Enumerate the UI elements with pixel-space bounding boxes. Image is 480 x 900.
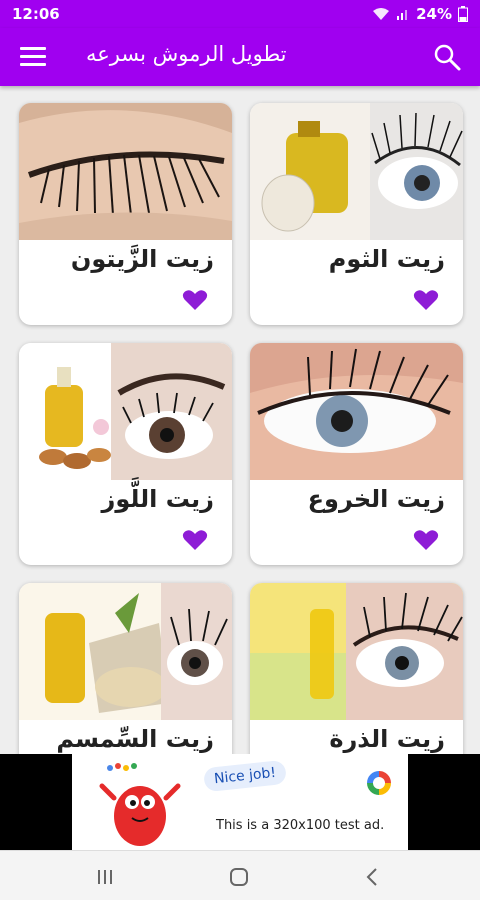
heart-icon[interactable]: [413, 529, 439, 551]
card-garlic-oil[interactable]: زيت الثوم: [250, 103, 463, 325]
system-nav-bar: [0, 850, 480, 900]
signal-icon: [397, 10, 408, 20]
battery-icon: [458, 6, 468, 22]
card-image: [19, 343, 232, 480]
back-icon[interactable]: [362, 866, 384, 888]
ad-text: This is a 320x100 test ad.: [216, 818, 385, 833]
ad-mascot-icon: [99, 763, 181, 846]
card-olive-oil[interactable]: زيت الزَّيتون: [19, 103, 232, 325]
search-icon[interactable]: [432, 42, 462, 72]
card-title: زيت الذرة: [329, 725, 445, 753]
card-title: زيت الزَّيتون: [70, 245, 214, 273]
status-time: 12:06: [12, 5, 60, 23]
card-title: زيت الثوم: [328, 245, 445, 273]
card-castor-oil[interactable]: زيت الخروع: [250, 343, 463, 565]
ad-logo-icon: [367, 771, 391, 795]
app-bar: تطويل الرموش بسرعه: [0, 28, 480, 86]
menu-icon[interactable]: [20, 47, 46, 67]
heart-icon[interactable]: [413, 289, 439, 311]
card-title: زيت السِّمسم: [56, 725, 214, 753]
wifi-icon: [373, 8, 390, 20]
status-bar: 12:06 24%: [0, 0, 480, 28]
battery-percent: 24%: [416, 5, 452, 23]
ad-bubble: Nice job!: [202, 759, 288, 793]
status-icons: 24%: [372, 5, 468, 23]
home-icon[interactable]: [228, 866, 250, 888]
heart-icon[interactable]: [182, 529, 208, 551]
card-sesame-oil[interactable]: زيت السِّمسم: [19, 583, 232, 754]
card-title: زيت اللَّوز: [101, 485, 215, 513]
card-image: [19, 583, 232, 720]
recent-apps-icon[interactable]: [94, 866, 116, 888]
app-title: تطويل الرموش بسرعه: [86, 42, 287, 66]
card-title: زيت الخروع: [307, 485, 445, 513]
card-image: [250, 343, 463, 480]
oil-grid: زيت الثوم زيت الزَّيتون زيت الخروع زيت ا…: [0, 86, 480, 754]
card-almond-oil[interactable]: زيت اللَّوز: [19, 343, 232, 565]
ad-banner: Nice job! This is a 320x100 test ad.: [0, 754, 480, 850]
heart-icon[interactable]: [182, 289, 208, 311]
ad-content[interactable]: Nice job! This is a 320x100 test ad.: [72, 754, 408, 850]
card-image: [19, 103, 232, 240]
card-image: [250, 103, 463, 240]
card-corn-oil[interactable]: زيت الذرة: [250, 583, 463, 754]
card-image: [250, 583, 463, 720]
